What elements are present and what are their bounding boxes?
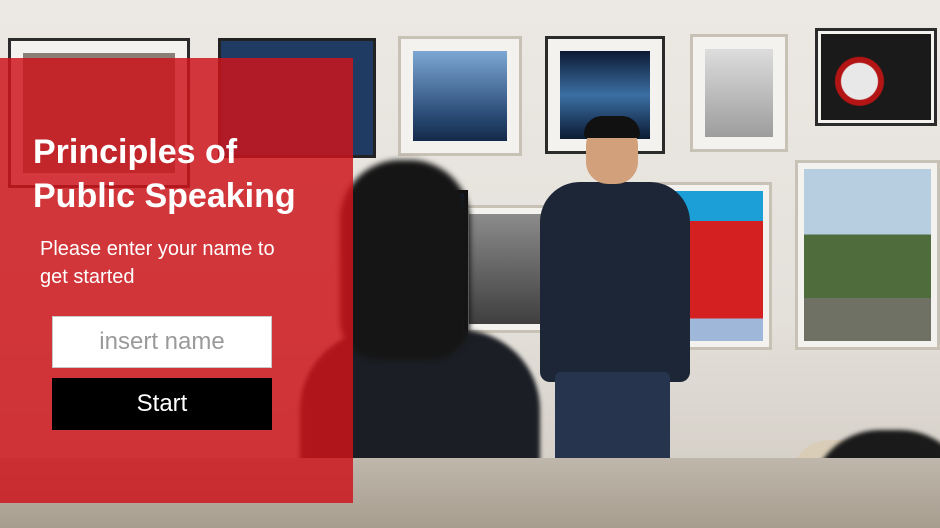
wall-frame [690,34,788,152]
start-button[interactable]: Start [52,378,272,430]
lesson-prompt: Please enter your name to get started [40,238,275,288]
speaker-figure [540,182,690,382]
wall-frame [398,36,522,156]
name-input[interactable] [52,316,272,368]
audience-member [340,160,470,360]
lesson-title: Principles of Public Speaking [33,133,296,215]
wall-frame [795,160,940,350]
speaker-figure [584,116,640,138]
wall-frame [815,28,937,126]
